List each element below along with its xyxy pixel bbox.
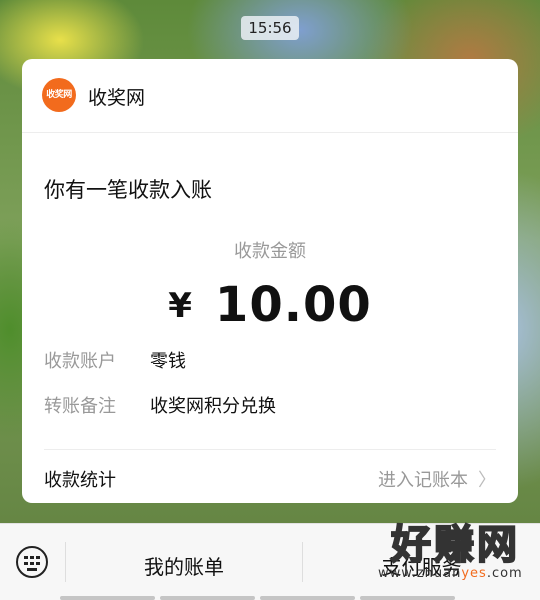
nav-indicator [160, 596, 255, 600]
payment-notification-card[interactable]: 收奖网 收奖网 你有一笔收款入账 收款金额 ¥10.00 收款账户 零钱 转账备注… [22, 59, 518, 503]
tab-my-bills[interactable]: 我的账单 [66, 551, 302, 580]
app-logo-icon: 收奖网 [42, 78, 76, 112]
amount-value: 10.00 [214, 277, 372, 333]
detail-value: 零钱 [150, 351, 186, 372]
app-name: 收奖网 [88, 87, 146, 109]
amount-display: ¥10.00 [22, 277, 518, 333]
ledger-link[interactable]: 进入记账本〉 [378, 466, 496, 492]
detail-value: 收奖网积分兑换 [150, 396, 276, 417]
chevron-right-icon: 〉 [478, 470, 496, 491]
keyboard-icon[interactable] [16, 546, 48, 578]
nav-indicator [360, 596, 455, 600]
watermark-url: www.zhuanyes.com [378, 566, 523, 581]
detail-row-account: 收款账户 零钱 [44, 347, 186, 373]
detail-row-remark: 转账备注 收奖网积分兑换 [44, 392, 276, 418]
nav-indicator [260, 596, 355, 600]
ledger-link-label: 进入记账本 [378, 470, 468, 491]
notification-headline: 你有一笔收款入账 [44, 178, 212, 202]
stats-label: 收款统计 [44, 470, 116, 491]
currency-symbol: ¥ [168, 286, 193, 326]
nav-indicator [60, 596, 155, 600]
detail-key: 收款账户 [44, 351, 116, 372]
card-header[interactable]: 收奖网 收奖网 [22, 59, 518, 133]
amount-label: 收款金额 [234, 241, 306, 262]
message-time: 15:56 [241, 16, 299, 40]
detail-key: 转账备注 [44, 396, 116, 417]
divider [44, 449, 496, 450]
